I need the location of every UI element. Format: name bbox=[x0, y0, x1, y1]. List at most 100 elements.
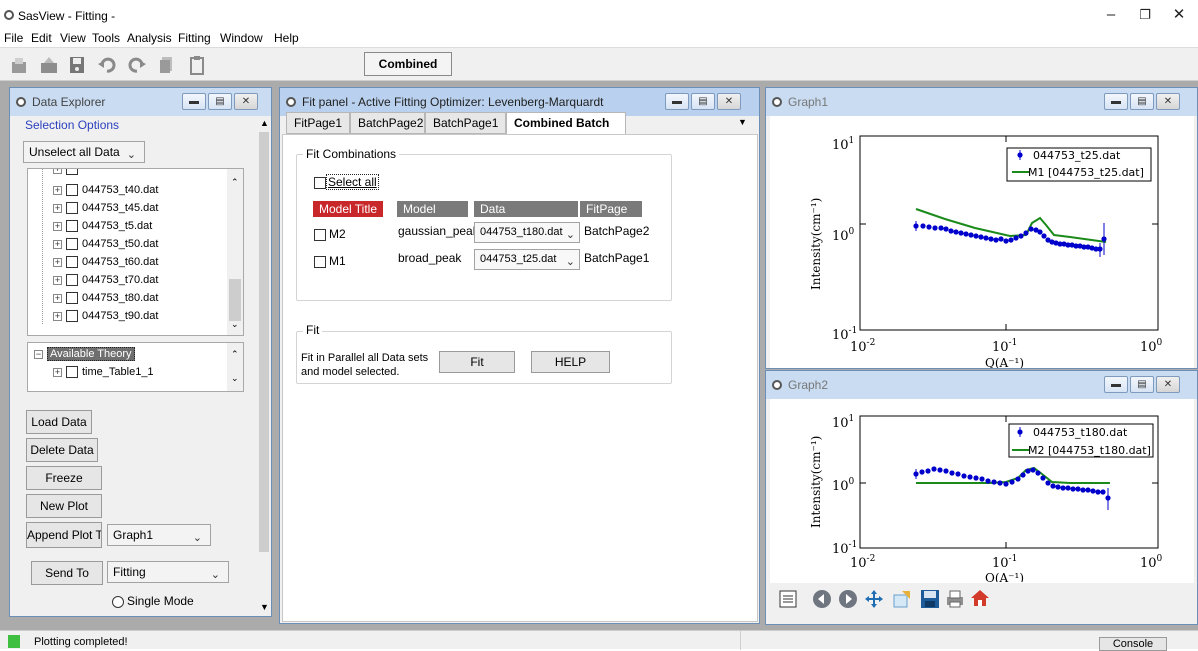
graph2-plot[interactable]: 101 100 10-1 10-2 10-1 100 Intensity(cm⁻… bbox=[770, 398, 1193, 582]
maximize-icon[interactable]: ▤ bbox=[691, 93, 715, 110]
item-checkbox[interactable] bbox=[66, 220, 78, 233]
delete-data-button[interactable]: Delete Data bbox=[26, 438, 98, 462]
table-row[interactable]: M1 bbox=[314, 254, 346, 268]
list-item[interactable]: +044753_t50.dat bbox=[53, 238, 158, 256]
menu-fitting[interactable]: Fitting bbox=[178, 31, 211, 45]
scroll-down-icon[interactable]: ⌄ bbox=[231, 319, 239, 330]
append-plot-button[interactable]: Append Plot To bbox=[26, 522, 102, 548]
checkbox-icon[interactable] bbox=[314, 255, 326, 268]
checkbox-icon[interactable] bbox=[314, 228, 326, 241]
scroll-thumb[interactable] bbox=[259, 132, 269, 552]
open-project-icon[interactable] bbox=[40, 55, 58, 75]
back-arrow-icon[interactable] bbox=[812, 589, 832, 609]
open-file-icon[interactable] bbox=[10, 55, 28, 75]
select-data-combo[interactable]: Unselect all Data ⌄ bbox=[23, 141, 145, 163]
help-button[interactable]: HELP bbox=[531, 351, 610, 373]
pan-icon[interactable] bbox=[864, 589, 884, 609]
menu-window[interactable]: Window bbox=[220, 31, 263, 45]
scroll-down-icon[interactable]: ⌄ bbox=[231, 373, 239, 384]
graph-select-combo[interactable]: Graph1 ⌄ bbox=[107, 524, 211, 546]
table-row[interactable]: M2 bbox=[314, 227, 346, 241]
minimize-icon[interactable]: ▬ bbox=[665, 93, 689, 110]
print-icon[interactable] bbox=[945, 589, 965, 609]
list-icon[interactable] bbox=[779, 590, 797, 608]
close-icon[interactable]: ✕ bbox=[1156, 93, 1180, 110]
fit-button[interactable]: Fit bbox=[439, 351, 515, 373]
maximize-icon[interactable]: ▤ bbox=[208, 93, 232, 110]
item-checkbox[interactable] bbox=[66, 169, 78, 176]
list-item[interactable]: +044753_t90.dat bbox=[53, 310, 158, 328]
select-all-checkbox[interactable]: Select all bbox=[314, 174, 379, 190]
list-item[interactable]: +044753_t5.dat bbox=[53, 220, 152, 238]
tab-list-icon[interactable]: ▼ bbox=[738, 117, 747, 127]
checkbox-icon[interactable] bbox=[314, 176, 326, 189]
minimize-icon[interactable]: ▬ bbox=[182, 93, 206, 110]
row-data-combo[interactable]: 044753_t180.dat ⌄ bbox=[474, 222, 580, 243]
minimize-icon[interactable]: ▬ bbox=[1104, 376, 1128, 393]
tab-batchpage2[interactable]: BatchPage2 bbox=[350, 112, 425, 134]
restore-icon[interactable]: ❐ bbox=[1130, 4, 1160, 26]
tab-combined-batch[interactable]: Combined Batch ✕ bbox=[506, 112, 626, 150]
maximize-icon[interactable]: ▤ bbox=[1130, 93, 1154, 110]
copy-icon[interactable] bbox=[158, 55, 176, 75]
menu-tools[interactable]: Tools bbox=[92, 31, 120, 45]
forward-arrow-icon[interactable] bbox=[838, 589, 858, 609]
menu-analysis[interactable]: Analysis bbox=[127, 31, 172, 45]
send-to-button[interactable]: Send To bbox=[31, 561, 103, 585]
list-item[interactable]: +044753_t45.dat bbox=[53, 202, 158, 220]
legend-data-marker bbox=[1017, 152, 1023, 158]
list-item[interactable]: +044753_t60.dat bbox=[53, 256, 158, 274]
list-item[interactable]: +044753_t70.dat bbox=[53, 274, 158, 292]
explorer-scrollbar[interactable]: ▲ ▼ bbox=[257, 116, 271, 616]
theory-tree-scrollbar[interactable]: ⌃ ⌄ bbox=[227, 343, 243, 391]
list-item[interactable]: + bbox=[53, 169, 82, 181]
theory-root[interactable]: − Available Theory bbox=[34, 347, 135, 366]
list-item[interactable]: + time_Table1_1 bbox=[53, 366, 154, 384]
list-item[interactable]: +044753_t80.dat bbox=[53, 292, 158, 310]
list-item[interactable]: +044753_t40.dat bbox=[53, 184, 158, 202]
save-icon[interactable] bbox=[68, 55, 86, 75]
item-checkbox[interactable] bbox=[66, 292, 78, 305]
item-checkbox[interactable] bbox=[66, 184, 78, 197]
zoom-icon[interactable] bbox=[892, 589, 912, 609]
menu-file[interactable]: File bbox=[4, 31, 23, 45]
close-icon[interactable]: ✕ bbox=[234, 93, 258, 110]
item-checkbox[interactable] bbox=[66, 310, 78, 323]
scroll-up-icon[interactable]: ⌃ bbox=[231, 177, 239, 188]
tab-fitpage1[interactable]: FitPage1 bbox=[286, 112, 350, 134]
item-checkbox[interactable] bbox=[66, 366, 78, 379]
item-checkbox[interactable] bbox=[66, 238, 78, 251]
scroll-up-icon[interactable]: ▲ bbox=[260, 118, 269, 128]
item-checkbox[interactable] bbox=[66, 256, 78, 269]
item-checkbox[interactable] bbox=[66, 274, 78, 287]
send-target-combo[interactable]: Fitting ⌄ bbox=[107, 561, 229, 583]
single-mode-radio[interactable]: Single Mode bbox=[112, 594, 194, 608]
new-plot-button[interactable]: New Plot bbox=[26, 494, 102, 518]
scroll-up-icon[interactable]: ⌃ bbox=[231, 349, 239, 360]
row-data-combo[interactable]: 044753_t25.dat ⌄ bbox=[474, 249, 580, 270]
minimize-icon[interactable]: ▬ bbox=[1104, 93, 1128, 110]
menu-help[interactable]: Help bbox=[274, 31, 299, 45]
freeze-theory-button[interactable]: Freeze Theory bbox=[26, 466, 102, 507]
maximize-icon[interactable]: ▤ bbox=[1130, 376, 1154, 393]
close-icon[interactable]: ✕ bbox=[717, 93, 741, 110]
menu-view[interactable]: View bbox=[60, 31, 86, 45]
minimize-icon[interactable]: – bbox=[1096, 4, 1126, 26]
home-icon[interactable] bbox=[970, 588, 990, 608]
close-icon[interactable]: ✕ bbox=[1156, 376, 1180, 393]
redo-icon[interactable] bbox=[128, 55, 146, 75]
scroll-thumb[interactable] bbox=[229, 279, 241, 321]
paste-icon[interactable] bbox=[188, 55, 206, 75]
tab-batchpage1[interactable]: BatchPage1 bbox=[425, 112, 506, 134]
item-checkbox[interactable] bbox=[66, 202, 78, 215]
close-icon[interactable]: ✕ bbox=[1164, 4, 1194, 26]
radio-icon[interactable] bbox=[112, 595, 124, 608]
load-data-button[interactable]: Load Data bbox=[26, 410, 92, 434]
combined-batch-button[interactable]: Combined Batch bbox=[364, 52, 452, 93]
data-tree-scrollbar[interactable]: ⌃ ⌄ bbox=[227, 169, 243, 335]
scroll-down-icon[interactable]: ▼ bbox=[260, 602, 269, 612]
graph1-plot[interactable]: 101 100 10-1 10-2 10-1 100 Intensity(cm⁻… bbox=[770, 115, 1193, 368]
save-plot-icon[interactable] bbox=[920, 589, 940, 609]
undo-icon[interactable] bbox=[98, 55, 116, 75]
menu-edit[interactable]: Edit bbox=[31, 31, 52, 45]
